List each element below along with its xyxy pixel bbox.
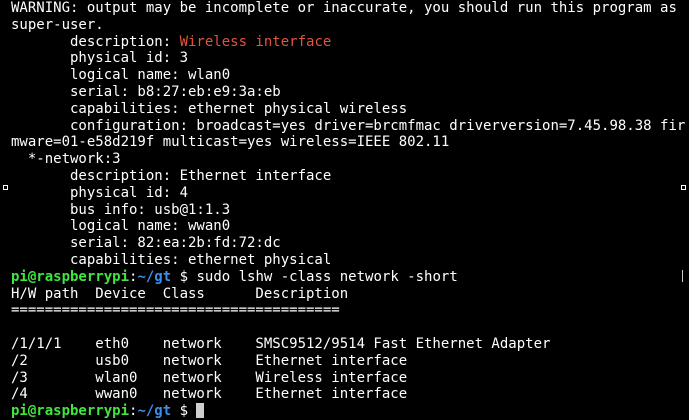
- capabilities-line: capabilities: ethernet physical: [11, 251, 332, 268]
- bus-info-line: bus info: usb@1:1.3: [11, 201, 231, 218]
- physical-id-line: physical id: 4: [11, 184, 189, 201]
- table-row: /4 wwan0 network Ethernet interface: [11, 386, 408, 403]
- text-cursor[interactable]: [196, 403, 205, 419]
- command-prompt-line: pi@raspberrypi:~/gt $ sudo lshw -class n…: [11, 269, 689, 286]
- description-line: description: Wireless interface: [11, 34, 689, 51]
- logical-name-line: logical name: wwan0: [11, 218, 231, 235]
- prompt-symbol: $: [171, 268, 197, 285]
- network-node-line: *-network:3: [11, 151, 121, 168]
- scroll-edge-mark: [682, 270, 683, 282]
- left-edge-marker-icon: [3, 185, 8, 190]
- physical-id-line: physical id: 3: [11, 50, 189, 67]
- warning-line: WARNING: output may be incomplete or ina…: [11, 0, 677, 16]
- right-edge-marker-icon: [681, 185, 686, 190]
- table-rule: =======================================: [11, 302, 340, 319]
- warning-line: super-user.: [11, 16, 104, 33]
- serial-line: serial: b8:27:eb:e9:3a:eb: [11, 83, 281, 100]
- table-row: /1/1/1 eth0 network SMSC9512/9514 Fast E…: [11, 335, 551, 352]
- description-value-highlight: Wireless interface: [179, 33, 332, 50]
- table-row: /2 usb0 network Ethernet interface: [11, 352, 408, 369]
- table-header: H/W path Device Class Description: [11, 285, 349, 302]
- prompt-path: ~/gt: [137, 268, 172, 285]
- table-row: /3 wlan0 network Wireless interface: [11, 369, 408, 386]
- configuration-line: configuration: broadcast=yes driver=brcm…: [11, 117, 686, 134]
- prompt-command: sudo lshw -class network -short: [196, 268, 458, 285]
- prompt-user-host: pi@raspberrypi: [11, 268, 130, 285]
- capabilities-line: capabilities: ethernet physical wireless: [11, 100, 408, 117]
- terminal-window[interactable]: WARNING: output may be incomplete or ina…: [0, 0, 689, 419]
- description-line: description: Ethernet interface: [11, 167, 332, 184]
- description-label: description:: [11, 33, 180, 50]
- configuration-line-wrap: mware=01-e58d219f multicast=yes wireless…: [11, 134, 450, 151]
- serial-line: serial: 82:ea:2b:fd:72:dc: [11, 235, 281, 252]
- logical-name-line: logical name: wlan0: [11, 67, 231, 84]
